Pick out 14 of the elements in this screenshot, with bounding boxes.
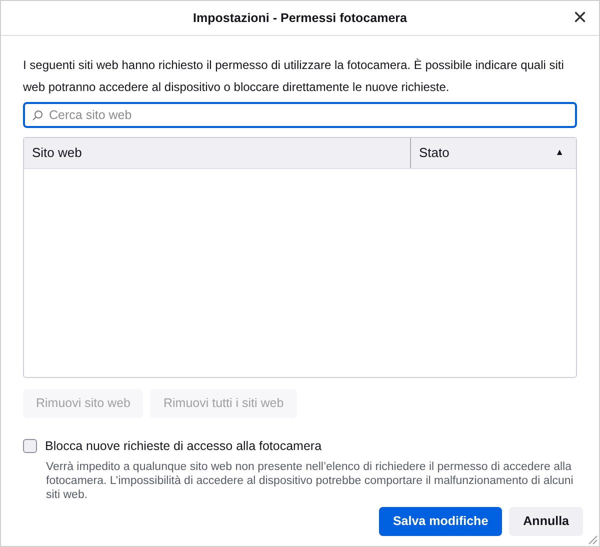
sort-arrow-icon: ▲	[555, 146, 564, 160]
close-button[interactable]: ×	[572, 5, 587, 31]
search-field[interactable]: Cerca sito web	[23, 102, 577, 128]
search-icon	[32, 110, 43, 121]
resize-grip-icon	[588, 535, 598, 545]
help-text: Verrà impedito a qualunque sito web non presente nell’elenco di richiedere il permesso di accedere alla fotocamera. L’impossibilità di accedere al dispositivo potrebbe comportare il malfunzionamento di alcuni siti web.	[46, 460, 574, 502]
window-title: Impostazioni - Permessi fotocamera	[193, 10, 407, 27]
cancel-button[interactable]: Annulla	[509, 506, 583, 536]
description-text: I seguenti siti web hanno richiesto il permesso di utilizzare la fotocamera. È possibile indicare quali siti web potranno accedere al dispositivo o bloccare direttamente le nuove richieste.	[23, 57, 565, 96]
checkbox[interactable]	[23, 439, 37, 454]
column-header[interactable]: Stato ▲	[410, 138, 576, 168]
save-button[interactable]: Salva modifiche	[378, 506, 502, 536]
checkbox-label: Blocca nuove richieste di accesso alla fotocamera	[45, 438, 322, 455]
column-header[interactable]: Sito web	[24, 138, 410, 168]
